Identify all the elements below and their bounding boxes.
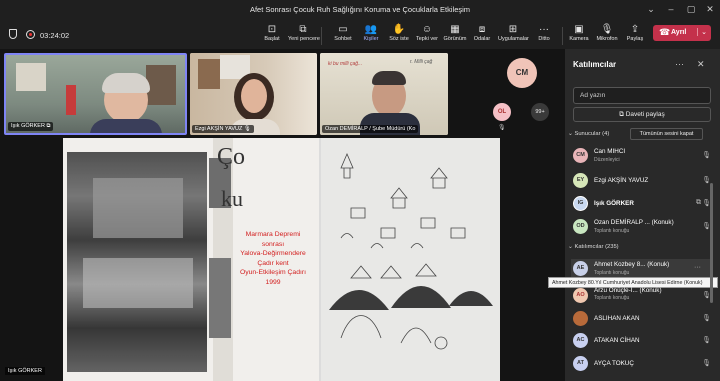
- avatar-photo: [573, 311, 588, 326]
- participant-row[interactable]: OD Ozan DEMİRALP ... (Konuk) Toplantı ko…: [573, 217, 713, 239]
- participant-row[interactable]: EY Ezgi AKŞİN YAVUZ 🎙: [573, 171, 713, 193]
- meeting-toolbar: 03:24:02 ⊡ Başlat ⧉ Yeni pencere ▭ Sohbet 👥…: [0, 19, 720, 49]
- video-tile-participant[interactable]: Ezgi AKŞİN YAVUZ 🎙: [190, 53, 317, 135]
- share-icon: ⇪: [630, 24, 640, 35]
- participant-row[interactable]: AT AYÇA TOKUÇ 🎙: [573, 354, 713, 376]
- leave-button[interactable]: ☎ Ayrıl ⌄: [653, 25, 711, 41]
- people-button[interactable]: 👥 Kişiler: [356, 23, 386, 42]
- share-caption: Marmara Depremi sonrası Yalova-Değirmend…: [239, 231, 307, 286]
- participant-row[interactable]: AO Arzu Önüçle-İ... (Konuk) Toplantı kon…: [573, 286, 713, 308]
- meeting-timer: 03:24:02: [40, 31, 70, 40]
- video-name-label: Işık GÖRKER ⧉: [8, 122, 54, 131]
- title-bar: Afet Sonrası Çocuk Ruh Sağlığını Koruma …: [0, 0, 720, 19]
- more-participants-badge[interactable]: 99+: [531, 103, 549, 121]
- share-button[interactable]: ⇪ Paylaş: [620, 23, 650, 42]
- maximize-icon[interactable]: ▢: [684, 3, 698, 15]
- camera-button[interactable]: ▣ Kamera: [564, 23, 594, 42]
- mic-off-icon: 🎙: [702, 337, 711, 344]
- rooms-button[interactable]: ⧈ Odalar: [467, 23, 497, 42]
- start-button[interactable]: ⊡ Başlat: [257, 23, 287, 42]
- screen-share-icon: ⧉: [696, 199, 701, 206]
- avatar: EY: [573, 173, 588, 188]
- child-drawing-image: [321, 138, 500, 381]
- participant-row[interactable]: CM Can MIHCI Düzenleyici 🎙: [573, 146, 713, 168]
- avatar: OD: [573, 219, 588, 234]
- video-tile-presenter[interactable]: Işık GÖRKER ⧉: [4, 53, 187, 135]
- invite-button[interactable]: ⧉ Daveti paylaş: [573, 107, 711, 122]
- participant-row[interactable]: IG Işık GÖRKER ⧉ 🎙: [573, 194, 713, 216]
- snap-icon[interactable]: ⌄: [644, 3, 658, 15]
- presenters-header[interactable]: ⌄ Sunucular (4): [568, 131, 609, 137]
- attendees-header[interactable]: ⌄ Katılımcılar (235): [568, 244, 619, 250]
- avatar: AC: [573, 333, 588, 348]
- avatar: IG: [573, 196, 588, 211]
- raise-hand-icon: ✋: [392, 24, 406, 35]
- mic-off-icon: 🎙: [702, 360, 711, 367]
- apps-button[interactable]: ⊞ Uygulamalar: [498, 23, 529, 42]
- video-tile-participant[interactable]: ki bu milli çağ... r. Milli çağ Ozan DEM…: [320, 53, 448, 135]
- rooms-icon: ⧈: [478, 24, 486, 35]
- react-icon: ☺: [421, 24, 433, 35]
- mic-off-icon: 🎙: [702, 315, 711, 322]
- participant-avatar-cm[interactable]: CM: [507, 58, 537, 88]
- more-button[interactable]: ··· Ditto: [529, 23, 559, 42]
- chat-button[interactable]: ▭ Sohbet: [328, 23, 358, 42]
- shield-icon: [9, 29, 17, 39]
- mic-off-icon: 🎙: [498, 125, 506, 131]
- recording-icon: [26, 30, 35, 39]
- chevron-down-icon[interactable]: ⌄: [697, 27, 707, 36]
- presenter-name-label: Işık GÖRKER: [5, 367, 45, 375]
- video-name-label: Ezgi AKŞİN YAVUZ 🎙: [192, 125, 254, 133]
- more-icon: ···: [539, 24, 549, 35]
- panel-title: Katılımcılar: [573, 60, 617, 69]
- mic-off-icon: 🎙: [600, 24, 614, 35]
- shared-screen: Ço ku Marmara Depremi sonrası Yalova-Değ…: [63, 138, 500, 381]
- video-name-label: Ozan DEMİRALP / Şube Müdürü (Ko: [322, 125, 419, 133]
- mic-button[interactable]: 🎙 Mikrofon: [592, 23, 622, 42]
- avatar: CM: [573, 148, 588, 163]
- close-panel-icon[interactable]: ✕: [697, 59, 705, 70]
- new-window-icon: ⧉: [299, 24, 307, 35]
- book-page-image: Ço ku Marmara Depremi sonrası Yalova-Değ…: [63, 138, 319, 381]
- raise-hand-button[interactable]: ✋ Söz iste: [384, 23, 414, 42]
- close-icon[interactable]: ✕: [703, 3, 717, 15]
- avatar: AE: [573, 261, 588, 276]
- panel-scrollbar[interactable]: [710, 183, 713, 303]
- more-options-icon[interactable]: ···: [675, 59, 684, 69]
- view-button[interactable]: ▦ Görünüm: [440, 23, 470, 42]
- participant-avatar-ol[interactable]: OL: [493, 103, 511, 121]
- view-icon: ▦: [450, 24, 460, 35]
- new-window-button[interactable]: ⧉ Yeni pencere: [288, 23, 320, 42]
- start-icon: ⊡: [267, 24, 277, 35]
- mic-off-icon: 🎙: [702, 152, 711, 159]
- search-input[interactable]: Ad yazın: [573, 87, 711, 104]
- participant-row[interactable]: AC ATAKAN CİHAN 🎙: [573, 331, 713, 353]
- apps-icon: ⊞: [508, 24, 518, 35]
- avatar: AO: [573, 288, 588, 303]
- people-icon: 👥: [364, 24, 378, 35]
- minimize-icon[interactable]: –: [664, 3, 678, 15]
- camera-icon: ▣: [574, 24, 584, 35]
- mic-off-icon: 🎙: [243, 126, 251, 132]
- chat-icon: ▭: [338, 24, 348, 35]
- mute-all-button[interactable]: Tümünün sesini kapat: [630, 128, 703, 140]
- window-title: Afet Sonrası Çocuk Ruh Sağlığını Koruma …: [249, 5, 471, 14]
- participant-row[interactable]: ASLIHAN AKAN 🎙: [573, 309, 713, 331]
- phone-icon: ☎: [659, 27, 671, 37]
- react-button[interactable]: ☺ Tepki ver: [412, 23, 442, 42]
- screen-share-icon: ⧉: [46, 123, 51, 129]
- more-options-icon[interactable]: ···: [694, 264, 701, 271]
- avatar: AT: [573, 356, 588, 371]
